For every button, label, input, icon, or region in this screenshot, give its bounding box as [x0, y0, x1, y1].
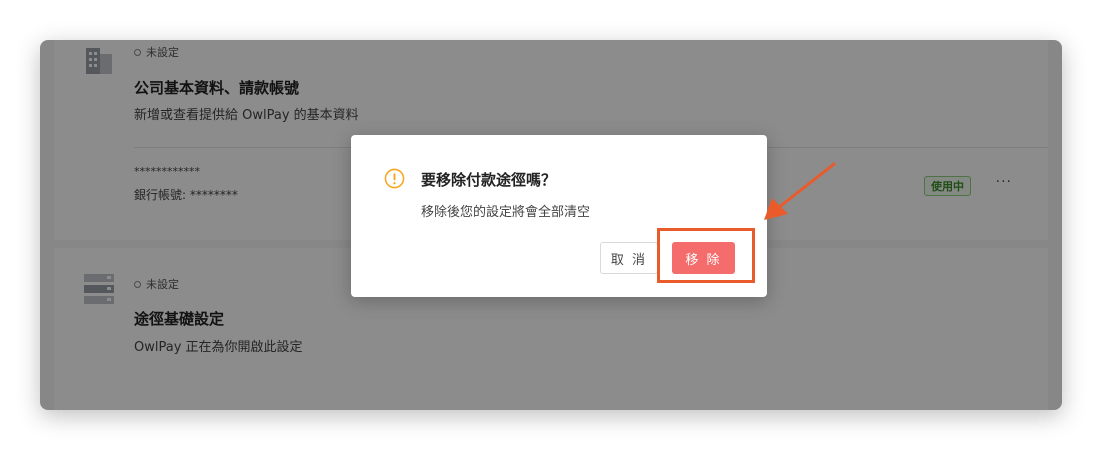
dialog-message: 移除後您的設定將會全部清空 [421, 205, 591, 220]
remove-button[interactable]: 移 除 [672, 242, 735, 274]
dialog-title: 要移除付款途徑嗎？ [421, 171, 557, 189]
warning-icon [384, 168, 405, 189]
remove-route-dialog: 要移除付款途徑嗎？ 移除後您的設定將會全部清空 取 消 移 除 [351, 135, 767, 297]
annotation-arrow-icon [764, 162, 836, 220]
cancel-button[interactable]: 取 消 [600, 242, 658, 274]
app-window: 未設定 公司基本資料、請款帳號 新增或查看提供給 OwlPay 的基本資料 **… [40, 40, 1062, 410]
